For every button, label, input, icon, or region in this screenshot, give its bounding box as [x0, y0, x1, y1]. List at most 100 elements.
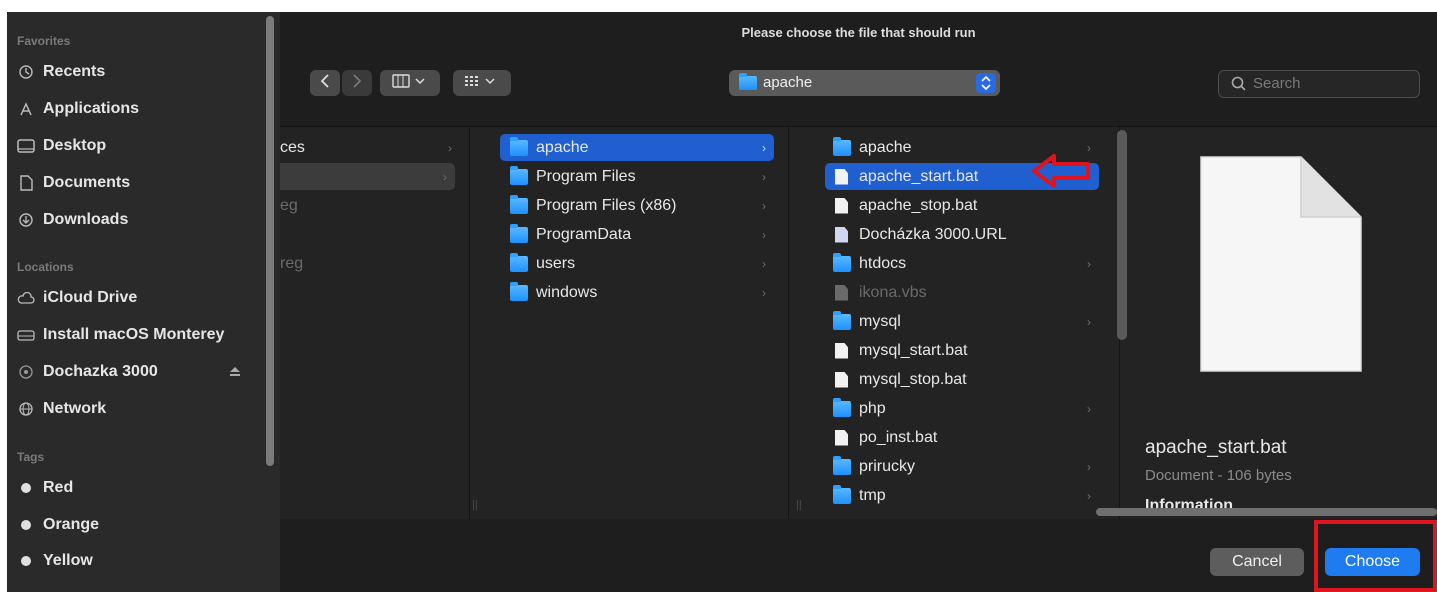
sidebar-item-label: Downloads	[43, 211, 129, 228]
chevron-right-icon: ›	[762, 169, 766, 184]
folder-icon	[510, 281, 528, 301]
column-resize-handle[interactable]: ||	[796, 499, 802, 511]
chevron-right-icon: ›	[762, 285, 766, 300]
eject-icon[interactable]	[229, 364, 241, 382]
document-icon	[833, 429, 851, 446]
back-button[interactable]	[310, 70, 340, 96]
folder-icon	[833, 310, 851, 330]
location-label: apache	[763, 74, 813, 91]
location-popup[interactable]: apache	[729, 70, 1000, 96]
sidebar-item-label: Install macOS Monterey	[43, 326, 225, 343]
view-mode-button[interactable]	[380, 70, 440, 96]
preview-filename: apache_start.bat	[1145, 437, 1287, 458]
document-icon	[833, 342, 851, 359]
chevron-right-icon: ›	[762, 256, 766, 271]
list-item[interactable]: Docházka 3000.URL	[825, 221, 1099, 248]
folder-icon	[739, 73, 757, 90]
list-item[interactable]: eg	[280, 192, 460, 219]
sidebar-item-label: Recents	[43, 63, 106, 80]
sidebar-item-desktop[interactable]: Desktop	[17, 132, 267, 160]
cancel-button[interactable]: Cancel	[1210, 548, 1304, 576]
folder-icon	[833, 252, 851, 272]
document-icon	[833, 371, 851, 388]
folder-icon	[510, 136, 528, 156]
sidebar-item-label: Network	[43, 400, 107, 417]
column-1: ces › › eg reg ||	[280, 127, 478, 519]
chevron-right-icon: ›	[1087, 401, 1091, 416]
folder-icon	[510, 223, 528, 243]
list-item[interactable]: prirucky ›	[825, 453, 1099, 480]
list-item[interactable]: apache_stop.bat	[825, 192, 1099, 219]
sidebar-tag-red[interactable]: Red	[17, 474, 267, 502]
list-item[interactable]: mysql ›	[825, 308, 1099, 335]
folder-icon	[510, 194, 528, 214]
forward-button[interactable]	[342, 70, 372, 96]
sidebar-item-downloads[interactable]: Downloads	[17, 206, 267, 234]
chevron-right-icon: ›	[1087, 314, 1091, 329]
list-item[interactable]: tmp ›	[825, 482, 1099, 509]
tag-dot-icon	[17, 479, 35, 497]
sidebar: Favorites Recents Applications Desktop D…	[7, 12, 280, 592]
chevron-right-icon: ›	[762, 227, 766, 242]
list-item[interactable]: Program Files (x86) ›	[500, 192, 774, 219]
document-icon	[833, 284, 851, 301]
group-button[interactable]	[453, 70, 511, 96]
chevron-right-icon: ›	[762, 140, 766, 155]
disk-icon	[17, 363, 35, 381]
url-file-icon	[833, 226, 851, 243]
sidebar-item-applications[interactable]: Applications	[17, 95, 267, 123]
sidebar-item-dochazka[interactable]: Dochazka 3000	[17, 358, 267, 386]
sidebar-item-documents[interactable]: Documents	[17, 169, 267, 197]
folder-icon	[833, 136, 851, 156]
desktop-icon	[17, 137, 35, 155]
list-item[interactable]: ces ›	[280, 134, 460, 161]
document-preview-icon	[1197, 153, 1365, 380]
chevron-right-icon: ›	[1087, 488, 1091, 503]
preview-pane: apache_start.bat Document - 106 bytes In…	[1137, 127, 1427, 519]
column-resize-handle[interactable]: ||	[472, 499, 478, 511]
document-icon	[833, 197, 851, 214]
list-item[interactable]: ProgramData ›	[500, 221, 774, 248]
applications-icon	[17, 100, 35, 118]
sidebar-tag-yellow[interactable]: Yellow	[17, 547, 267, 575]
cloud-icon	[17, 289, 35, 307]
sidebar-item-network[interactable]: Network	[17, 395, 267, 423]
list-item[interactable]: windows ›	[500, 279, 774, 306]
vertical-scrollbar[interactable]	[1117, 130, 1127, 340]
list-item[interactable]: Program Files ›	[500, 163, 774, 190]
chevron-right-icon: ›	[1087, 256, 1091, 271]
updown-chevron-icon	[976, 73, 996, 93]
document-icon	[833, 168, 851, 185]
grid-icon	[464, 74, 500, 93]
annotation-highlight-box	[1314, 520, 1437, 592]
list-item[interactable]: mysql_stop.bat	[825, 366, 1099, 393]
folder-icon	[510, 165, 528, 185]
sidebar-item-label: Dochazka 3000	[43, 363, 158, 380]
list-item[interactable]: ikona.vbs	[825, 279, 1099, 306]
locations-label: Locations	[17, 260, 74, 274]
sidebar-item-label: Desktop	[43, 137, 107, 154]
document-icon	[17, 174, 35, 192]
tag-dot-icon	[17, 516, 35, 534]
sidebar-item-label: Applications	[43, 100, 140, 117]
list-item[interactable]: mysql_start.bat	[825, 337, 1099, 364]
file-dialog: Please choose the file that should run a…	[280, 12, 1437, 592]
sidebar-item-icloud-drive[interactable]: iCloud Drive	[17, 284, 267, 312]
horizontal-scrollbar[interactable]	[1096, 508, 1437, 516]
sidebar-tag-orange[interactable]: Orange	[17, 511, 267, 539]
search-input[interactable]: Search	[1218, 70, 1420, 98]
list-item-apache[interactable]: apache ›	[500, 134, 774, 161]
list-item[interactable]: reg	[280, 250, 460, 277]
sidebar-item-recents[interactable]: Recents	[17, 58, 267, 86]
list-item[interactable]: po_inst.bat	[825, 424, 1099, 451]
column-browser: ces › › eg reg || apache › Program Files › …	[280, 126, 1437, 519]
folder-icon	[510, 252, 528, 272]
list-item[interactable]: htdocs ›	[825, 250, 1099, 277]
list-item[interactable]: ›	[280, 163, 455, 190]
list-item[interactable]: php ›	[825, 395, 1099, 422]
sidebar-item-install-macos[interactable]: Install macOS Monterey	[17, 321, 267, 349]
dialog-title: Please choose the file that should run	[741, 25, 976, 40]
list-item[interactable]: users ›	[500, 250, 774, 277]
sidebar-scrollbar[interactable]	[266, 16, 274, 466]
search-placeholder: Search	[1253, 75, 1301, 92]
